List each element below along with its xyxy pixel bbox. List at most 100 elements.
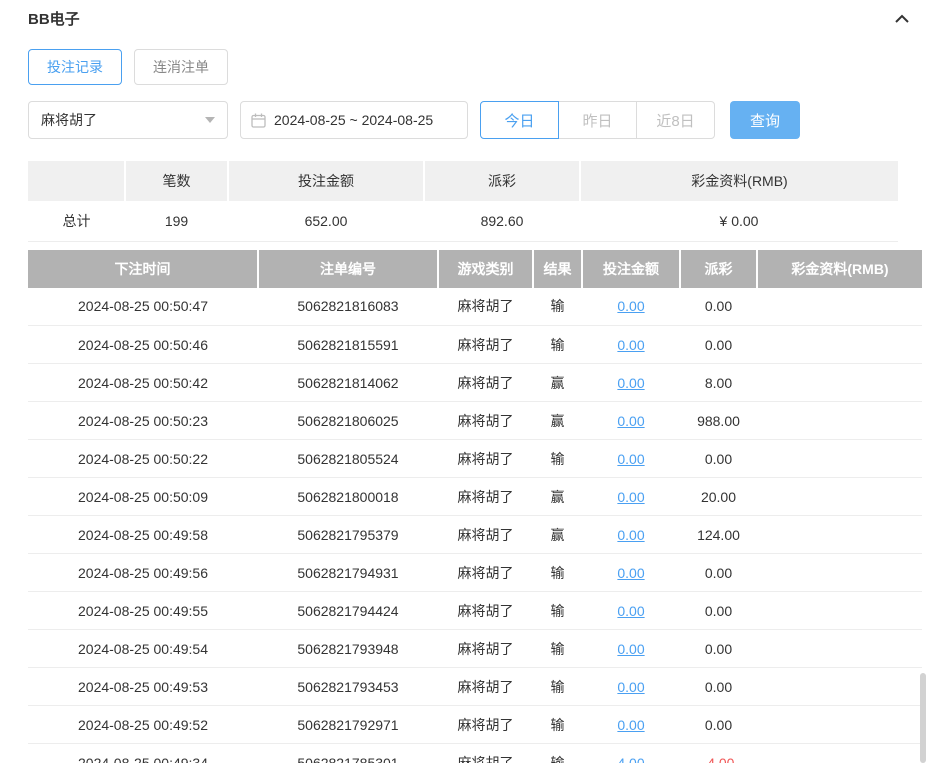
cell-bonus: [757, 554, 922, 592]
table-row: 2024-08-25 00:49:53 5062821793453 麻将胡了 输…: [28, 668, 922, 706]
summary-header-count: 笔数: [125, 161, 228, 201]
cell-payout: 124.00: [680, 516, 757, 554]
summary-payout-value: 892.60: [424, 201, 580, 241]
cell-order-id: 5062821792971: [258, 706, 438, 744]
cell-result: 输: [533, 668, 582, 706]
bet-amount-link[interactable]: 0.00: [617, 375, 644, 391]
cell-game-type: 麻将胡了: [438, 440, 533, 478]
cell-payout: -4.00: [680, 744, 757, 763]
cell-bet-amount-wrap: 0.00: [582, 554, 680, 592]
summary-header-empty: [28, 161, 125, 201]
cell-game-type: 麻将胡了: [438, 516, 533, 554]
cell-payout: 0.00: [680, 326, 757, 364]
tab-cancelled-orders[interactable]: 连消注单: [134, 49, 228, 85]
cell-bonus: [757, 364, 922, 402]
cell-order-id: 5062821793948: [258, 630, 438, 668]
query-button[interactable]: 查询: [730, 101, 800, 139]
date-range-input[interactable]: 2024-08-25 ~ 2024-08-25: [240, 101, 468, 139]
cell-bet-amount-wrap: 0.00: [582, 288, 680, 326]
cell-bet-time: 2024-08-25 00:50:42: [28, 364, 258, 402]
cell-bet-time: 2024-08-25 00:49:52: [28, 706, 258, 744]
cell-payout: 0.00: [680, 554, 757, 592]
table-row: 2024-08-25 00:50:42 5062821814062 麻将胡了 赢…: [28, 364, 922, 402]
records-header-payout: 派彩: [680, 250, 757, 288]
bet-amount-link[interactable]: 0.00: [617, 603, 644, 619]
cell-bet-amount-wrap: 0.00: [582, 630, 680, 668]
cell-result: 赢: [533, 516, 582, 554]
quick-button-today[interactable]: 今日: [480, 101, 559, 139]
bet-amount-link[interactable]: 0.00: [617, 717, 644, 733]
cell-result: 赢: [533, 478, 582, 516]
tab-bet-records[interactable]: 投注记录: [28, 49, 122, 85]
table-row: 2024-08-25 00:49:54 5062821793948 麻将胡了 输…: [28, 630, 922, 668]
cell-bet-time: 2024-08-25 00:50:23: [28, 402, 258, 440]
cell-game-type: 麻将胡了: [438, 402, 533, 440]
quick-button-yesterday[interactable]: 昨日: [558, 101, 637, 139]
records-body: 2024-08-25 00:50:47 5062821816083 麻将胡了 输…: [28, 288, 922, 763]
chevron-up-icon: [894, 13, 910, 25]
cell-bonus: [757, 592, 922, 630]
cell-result: 输: [533, 440, 582, 478]
scrollbar[interactable]: [920, 673, 926, 763]
bet-amount-link[interactable]: 0.00: [617, 527, 644, 543]
records-header-order-id: 注单编号: [258, 250, 438, 288]
records-header-game-type: 游戏类别: [438, 250, 533, 288]
records-header-bet-time: 下注时间: [28, 250, 258, 288]
summary-table: 笔数 投注金额 派彩 彩金资料(RMB) 总计 199 652.00 892.6…: [28, 161, 898, 242]
records-header-result: 结果: [533, 250, 582, 288]
calendar-icon: [251, 113, 266, 128]
bet-amount-link[interactable]: 0.00: [617, 679, 644, 695]
table-row: 2024-08-25 00:50:46 5062821815591 麻将胡了 输…: [28, 326, 922, 364]
bet-amount-link[interactable]: 0.00: [617, 565, 644, 581]
records-table: 下注时间 注单编号 游戏类别 结果 投注金额 派彩 彩金资料(RMB) 2024…: [28, 250, 922, 763]
cell-result: 输: [533, 744, 582, 763]
cell-order-id: 5062821800018: [258, 478, 438, 516]
collapse-button[interactable]: [892, 11, 912, 27]
cell-game-type: 麻将胡了: [438, 364, 533, 402]
cell-game-type: 麻将胡了: [438, 288, 533, 326]
summary-header-row: 笔数 投注金额 派彩 彩金资料(RMB): [28, 161, 898, 201]
cell-bet-amount-wrap: 0.00: [582, 364, 680, 402]
cell-bet-time: 2024-08-25 00:49:55: [28, 592, 258, 630]
cell-order-id: 5062821794931: [258, 554, 438, 592]
game-select-value: 麻将胡了: [41, 110, 97, 130]
bet-amount-link[interactable]: 0.00: [617, 489, 644, 505]
cell-bet-time: 2024-08-25 00:49:56: [28, 554, 258, 592]
bet-amount-link[interactable]: 0.00: [617, 451, 644, 467]
cell-payout: 8.00: [680, 364, 757, 402]
cell-order-id: 5062821805524: [258, 440, 438, 478]
cell-bet-time: 2024-08-25 00:50:22: [28, 440, 258, 478]
bet-records-panel: BB电子 投注记录 连消注单 麻将胡了: [0, 0, 927, 763]
bet-amount-link[interactable]: 0.00: [617, 413, 644, 429]
cell-payout: 0.00: [680, 706, 757, 744]
cell-bet-amount-wrap: 4.00: [582, 744, 680, 763]
cell-bet-amount-wrap: 0.00: [582, 668, 680, 706]
cell-bonus: [757, 516, 922, 554]
cell-game-type: 麻将胡了: [438, 326, 533, 364]
table-row: 2024-08-25 00:49:58 5062821795379 麻将胡了 赢…: [28, 516, 922, 554]
summary-total-row: 总计 199 652.00 892.60 ¥ 0.00: [28, 201, 898, 241]
quick-button-last-8-days[interactable]: 近8日: [636, 101, 715, 139]
table-row: 2024-08-25 00:50:47 5062821816083 麻将胡了 输…: [28, 288, 922, 326]
bet-amount-link[interactable]: 0.00: [617, 337, 644, 353]
cell-order-id: 5062821795379: [258, 516, 438, 554]
bet-amount-link[interactable]: 4.00: [617, 755, 644, 763]
table-row: 2024-08-25 00:49:56 5062821794931 麻将胡了 输…: [28, 554, 922, 592]
cell-order-id: 5062821815591: [258, 326, 438, 364]
table-row: 2024-08-25 00:49:52 5062821792971 麻将胡了 输…: [28, 706, 922, 744]
cell-bonus: [757, 440, 922, 478]
cell-payout: 988.00: [680, 402, 757, 440]
cell-result: 赢: [533, 364, 582, 402]
game-select[interactable]: 麻将胡了: [28, 101, 228, 139]
bet-amount-link[interactable]: 0.00: [617, 641, 644, 657]
cell-payout: 0.00: [680, 288, 757, 326]
cell-result: 赢: [533, 402, 582, 440]
cell-result: 输: [533, 288, 582, 326]
cell-payout: 0.00: [680, 668, 757, 706]
cell-bonus: [757, 478, 922, 516]
cell-result: 输: [533, 706, 582, 744]
cell-bet-time: 2024-08-25 00:50:47: [28, 288, 258, 326]
bet-amount-link[interactable]: 0.00: [617, 298, 644, 314]
page-title: BB电子: [28, 8, 80, 29]
cell-bet-amount-wrap: 0.00: [582, 706, 680, 744]
